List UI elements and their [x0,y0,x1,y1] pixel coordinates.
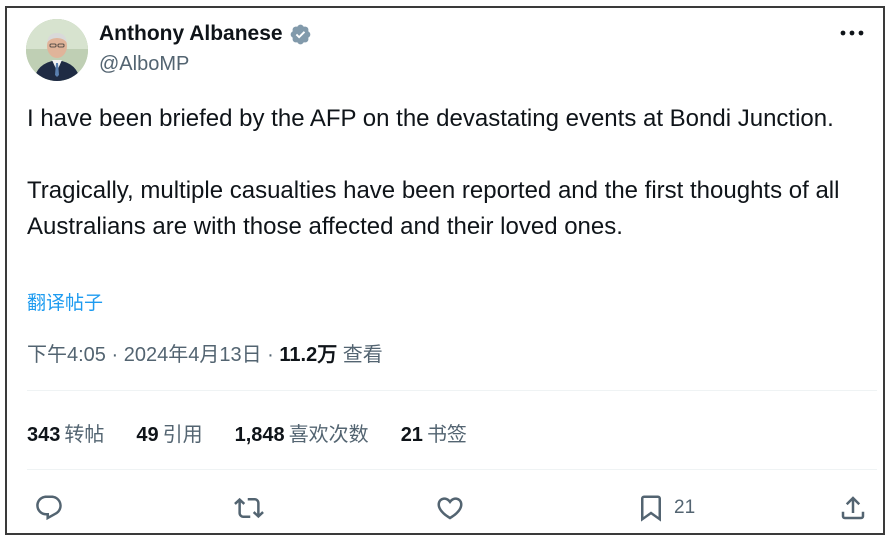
meta-separator: · [111,344,119,366]
bookmarks-stat[interactable]: 21 书签 [401,418,467,447]
tweet-date[interactable]: 2024年4月13日 [124,344,262,366]
reposts-count: 343 [27,424,61,446]
action-bar: 21 [7,488,883,528]
translate-post-link[interactable]: 翻译帖子 [27,288,103,315]
likes-count: 1,848 [234,424,285,446]
share-icon [841,496,865,520]
tweet-time[interactable]: 下午4:05 [27,344,106,366]
tweet-paragraph: Tragically, multiple casualties have bee… [27,177,840,240]
tweet-card: Anthony Albanese @AlboMP I have been bri… [5,6,885,535]
likes-stat[interactable]: 1,848 喜欢次数 [235,418,369,447]
views-count: 11.2万 [279,344,338,366]
bookmark-button[interactable]: 21 [636,488,695,528]
likes-label: 喜欢次数 [288,424,369,446]
verified-badge-icon [290,24,310,44]
quotes-label: 引用 [162,424,203,446]
bookmarks-count: 21 [400,424,423,446]
tweet-paragraph: I have been briefed by the AFP on the de… [27,105,834,132]
quotes-count: 49 [136,424,159,446]
tweet-text: I have been briefed by the AFP on the de… [27,101,877,245]
reposts-stat[interactable]: 343 转帖 [27,418,104,447]
bookmarks-label: 书签 [426,424,467,446]
views-label: 查看 [342,344,383,366]
repost-icon [234,497,264,519]
meta-separator: · [267,344,274,366]
like-icon [437,497,463,520]
avatar[interactable] [26,19,88,81]
divider [27,469,877,470]
like-button[interactable] [435,488,465,528]
bookmark-icon [641,495,661,522]
divider [27,390,877,391]
tweet-meta: 下午4:05 · 2024年4月13日 · 11.2万 查看 [27,338,383,367]
share-button[interactable] [838,488,868,528]
repost-button[interactable] [234,488,264,528]
author-name-row[interactable]: Anthony Albanese [99,22,312,46]
reply-button[interactable] [34,488,64,528]
bookmark-count: 21 [674,497,696,518]
reply-icon [36,495,62,521]
quotes-stat[interactable]: 49 引用 [136,418,202,447]
reposts-label: 转帖 [64,424,105,446]
more-icon[interactable] [839,26,865,40]
author-handle[interactable]: @AlboMP [99,53,189,76]
author-name[interactable]: Anthony Albanese [99,22,283,46]
engagement-stats: 343 转帖 49 引用 1,848 喜欢次数 21 书签 [27,418,499,447]
